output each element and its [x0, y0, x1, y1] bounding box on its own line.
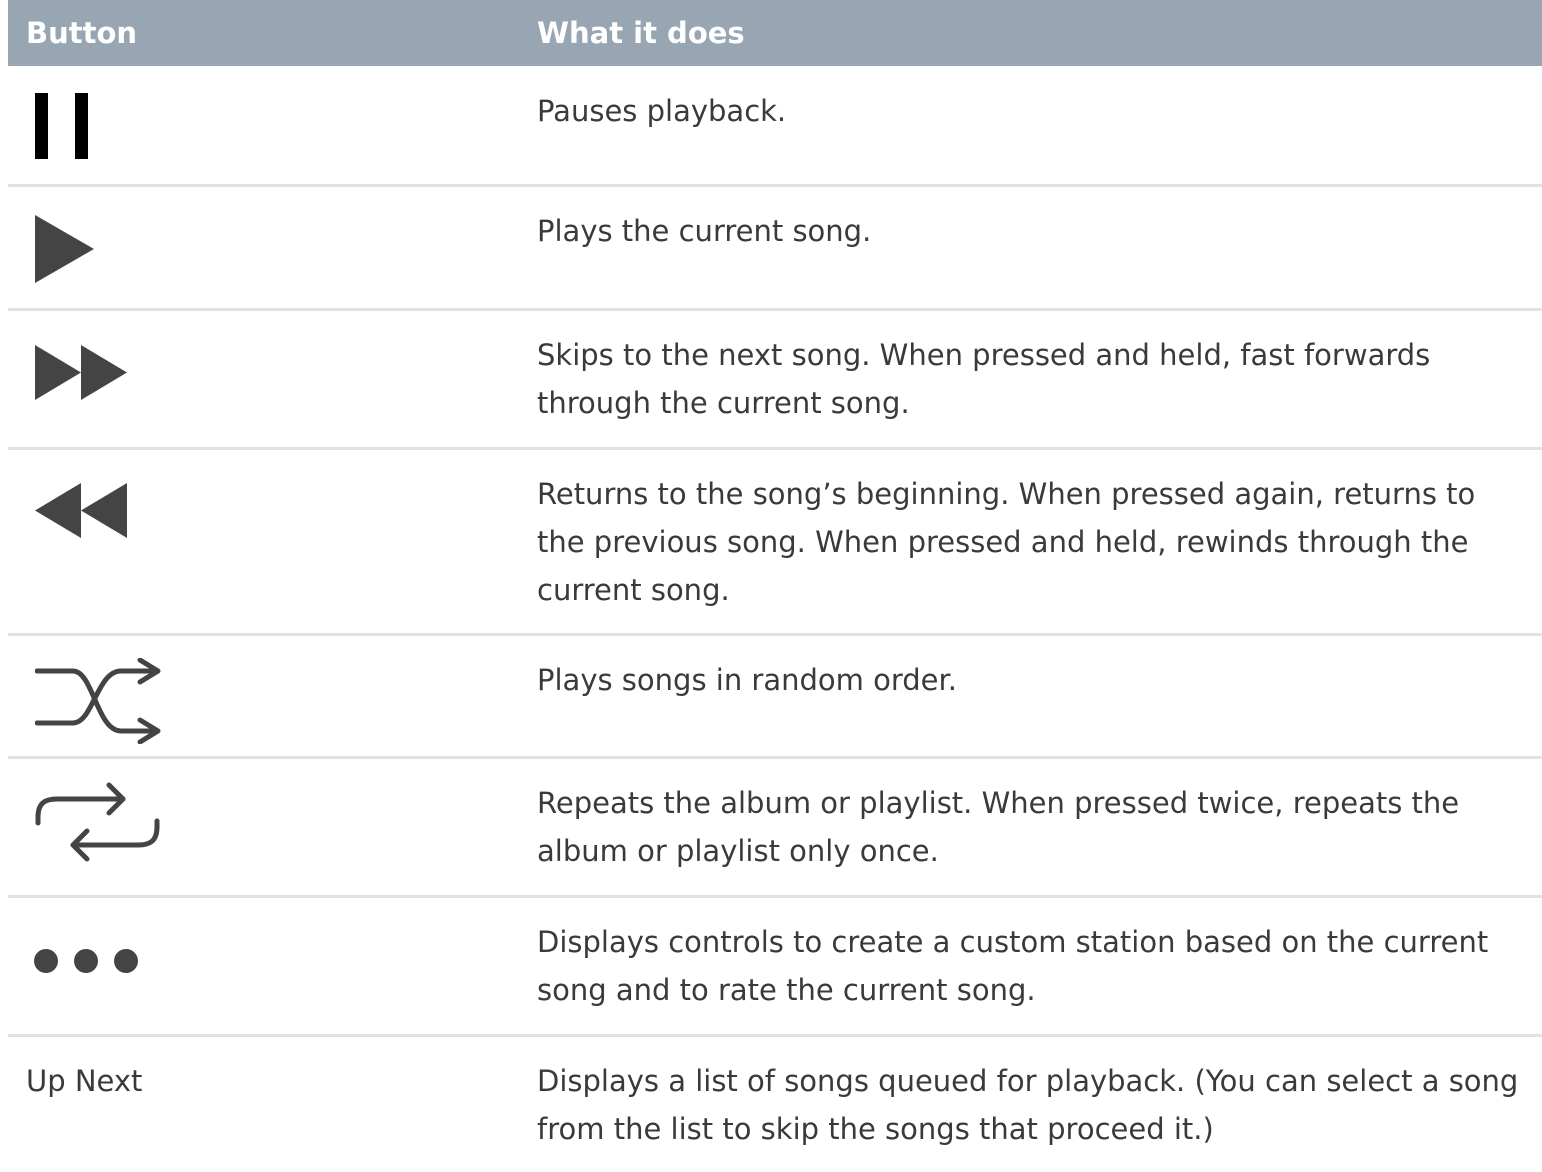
header-button-column: Button [26, 16, 138, 50]
up-next-label: Up Next [26, 1064, 143, 1098]
table-row: Displays controls to create a custom sta… [8, 898, 1542, 1037]
rewind-icon [35, 483, 129, 538]
row-description: Returns to the song’s beginning. When pr… [537, 477, 1476, 607]
pause-icon [35, 93, 89, 159]
row-description: Repeats the album or playlist. When pres… [537, 786, 1460, 868]
fast-forward-icon [35, 345, 129, 400]
table-row: Plays songs in random order. [8, 636, 1542, 759]
shuffle-icon [35, 658, 165, 744]
table-row: Up Next Displays a list of songs queued … [8, 1037, 1542, 1172]
row-description: Plays songs in random order. [537, 663, 958, 697]
row-description: Displays a list of songs queued for play… [537, 1064, 1519, 1146]
table-header: Button What it does [8, 0, 1542, 66]
row-description: Plays the current song. [537, 214, 872, 248]
table-row: Repeats the album or playlist. When pres… [8, 759, 1542, 898]
table-row: Pauses playback. [8, 66, 1542, 187]
table-row: Returns to the song’s beginning. When pr… [8, 450, 1542, 636]
repeat-icon [35, 781, 165, 863]
controls-table: Button What it does Pauses playback. Pla… [8, 0, 1542, 1172]
header-description-column: What it does [537, 16, 745, 50]
play-icon [35, 215, 95, 283]
more-icon [33, 948, 141, 974]
table-row: Plays the current song. [8, 187, 1542, 311]
table-row: Skips to the next song. When pressed and… [8, 311, 1542, 450]
row-description: Displays controls to create a custom sta… [537, 925, 1489, 1007]
row-description: Skips to the next song. When pressed and… [537, 338, 1431, 420]
row-description: Pauses playback. [537, 94, 787, 128]
